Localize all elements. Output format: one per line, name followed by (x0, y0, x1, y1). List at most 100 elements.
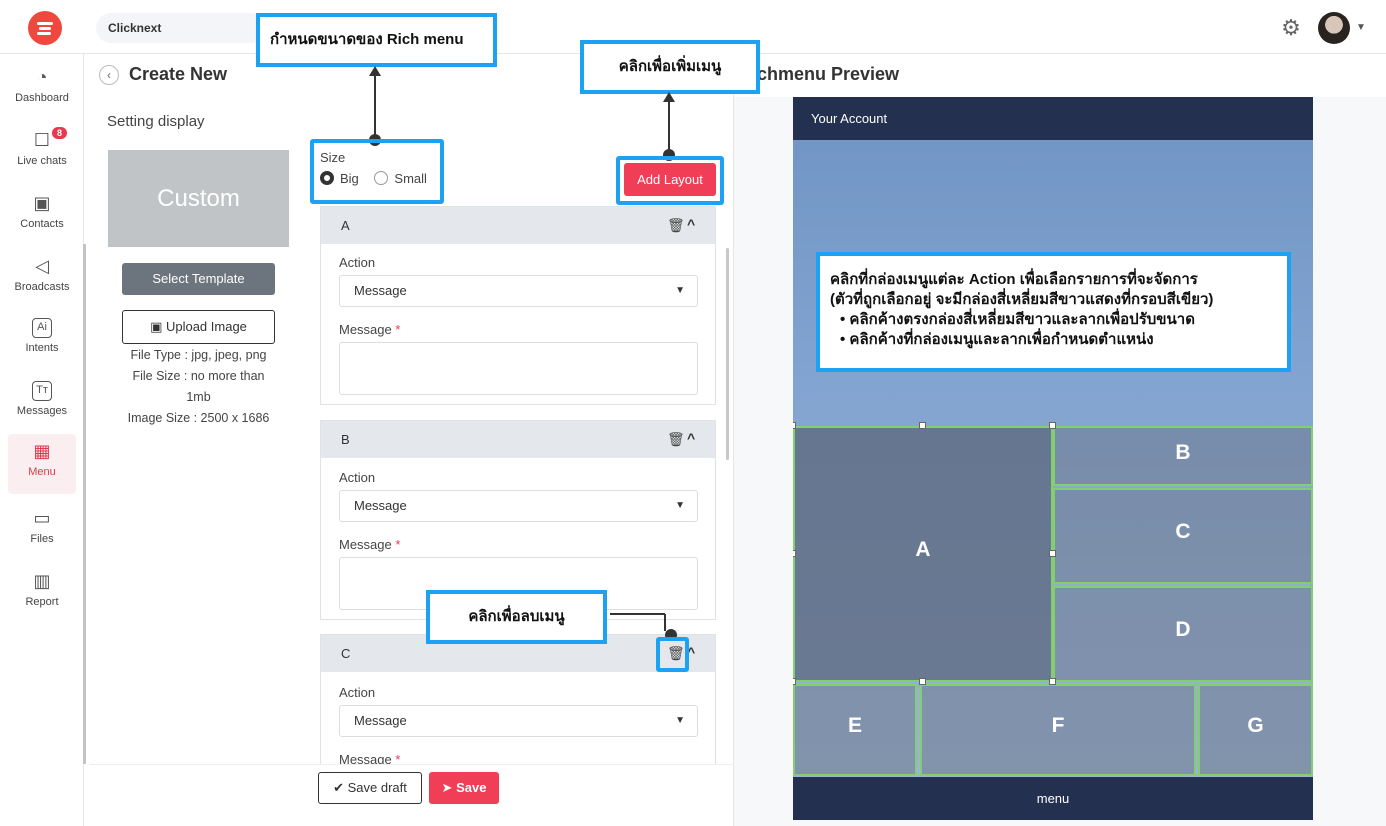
sidebar-item-messages[interactable]: Tт Messages (8, 375, 76, 435)
menu-area-e[interactable]: E (793, 684, 917, 776)
add-callout: คลิกเพื่อเพิ่มเมนู (580, 40, 760, 94)
sidebar-item-contacts[interactable]: ▣ Contacts (8, 186, 76, 246)
select-template-button[interactable]: Select Template (122, 263, 275, 295)
send-icon: ➤ (441, 780, 457, 795)
chat-icon: ☐ (33, 130, 51, 150)
annotation-line (664, 614, 666, 631)
sidebar-item-intents[interactable]: Ai Intents (8, 312, 76, 372)
resize-handle[interactable] (793, 550, 796, 557)
text-icon: Tт (32, 381, 52, 401)
template-preview-image: Custom (108, 150, 289, 247)
trash-icon[interactable]: 🗑 (667, 217, 685, 233)
grid-icon: ▦ (33, 441, 51, 461)
panel-header[interactable]: A 🗑 ^ (321, 207, 715, 244)
menu-area-f[interactable]: F (920, 684, 1196, 776)
menu-area-g[interactable]: G (1198, 684, 1313, 776)
page-title: Create New (129, 64, 228, 84)
action-label: Action (339, 470, 376, 485)
add-layout-highlight (616, 156, 724, 205)
menu-area-a[interactable]: A (793, 426, 1053, 682)
action-label: Action (339, 255, 376, 270)
action-label: Action (339, 685, 376, 700)
save-button[interactable]: ➤ Save (429, 772, 499, 804)
sidebar-item-label: Messages (16, 405, 68, 417)
image-size-text: Image Size : 2500 x 1686 (127, 411, 270, 425)
menu-area-c[interactable]: C (1053, 488, 1313, 584)
sidebar-item-label: Report (25, 596, 59, 608)
sidebar-item-label: Dashboard (15, 92, 69, 104)
avatar[interactable] (1318, 12, 1350, 44)
chevron-up-icon[interactable]: ^ (687, 215, 695, 233)
action-select[interactable]: Message ▼ (339, 490, 698, 522)
chevron-down-icon: ▼ (675, 715, 685, 726)
check-icon: ✔ (333, 780, 348, 795)
chevron-down-icon: ▼ (675, 500, 685, 511)
sidebar-item-report[interactable]: ▥ Report (8, 564, 76, 624)
preview-callout: คลิกที่กล่องเมนูแต่ละ Action เพื่อเลือกร… (816, 252, 1291, 372)
panel-title: C (341, 646, 351, 661)
image-icon: ▣ (150, 319, 166, 334)
resize-handle[interactable] (793, 678, 796, 685)
resize-handle[interactable] (1049, 678, 1056, 685)
delete-highlight (656, 637, 689, 672)
sidebar-item-label: Live chats (17, 155, 67, 167)
delete-callout: คลิกเพื่อลบเมนู (426, 590, 607, 644)
file-type-text: File Type : jpg, jpeg, png (130, 348, 267, 362)
sidebar-item-dashboard[interactable]: ◔ Dashboard (8, 60, 76, 120)
sidebar-item-label: Menu (28, 466, 56, 478)
gear-icon[interactable]: ⚙ (1278, 15, 1304, 41)
trash-icon[interactable]: 🗑 (667, 431, 685, 447)
resize-handle[interactable] (919, 422, 926, 429)
action-select[interactable]: Message ▼ (339, 275, 698, 307)
resize-handle[interactable] (919, 678, 926, 685)
sidebar-item-live-chats[interactable]: ☐ 8 Live chats (8, 123, 76, 183)
resize-handle[interactable] (1049, 550, 1056, 557)
annotation-line (610, 613, 665, 615)
chevron-down-icon[interactable]: ▼ (1356, 22, 1366, 33)
sidebar-item-files[interactable]: ▭ Files (8, 501, 76, 561)
resize-handle[interactable] (1049, 422, 1056, 429)
size-callout: กำหนดขนาดของ Rich menu (256, 13, 497, 67)
chevron-up-icon[interactable]: ^ (687, 429, 695, 447)
annotation-line (374, 74, 376, 140)
sidebar-item-label: Files (30, 533, 54, 545)
brand-logo[interactable] (28, 11, 62, 45)
sidebar-item-menu[interactable]: ▦ Menu (8, 434, 76, 494)
panel-header[interactable]: B 🗑 ^ (321, 421, 715, 458)
sidebar-item-label: Broadcasts (14, 281, 70, 293)
annotation-line (668, 100, 670, 154)
file-requirements: File Type : jpg, jpeg, png File Size : n… (108, 345, 289, 429)
workspace-selector[interactable]: Clicknext (96, 13, 266, 43)
upload-image-label: Upload Image (165, 319, 247, 334)
ai-icon: Ai (32, 318, 52, 338)
message-label: Message * (339, 322, 401, 337)
megaphone-icon: ◁ (35, 256, 49, 276)
report-icon: ▥ (33, 571, 51, 591)
chevron-down-icon: ▼ (675, 285, 685, 296)
sidebar: ◔ Dashboard ☐ 8 Live chats ▣ Contacts ◁ … (0, 54, 86, 826)
back-button[interactable]: ‹ (99, 65, 119, 85)
sidebar-item-label: Contacts (20, 218, 64, 230)
message-textarea[interactable] (339, 342, 698, 395)
callout-line: (ตัวที่ถูกเลือกอยู่ จะมีกล่องสี่เหลี่ยมส… (830, 291, 1214, 308)
action-select[interactable]: Message ▼ (339, 705, 698, 737)
panel-title: B (341, 432, 350, 447)
menu-area-d[interactable]: D (1053, 586, 1313, 682)
menu-area-b[interactable]: B (1053, 426, 1313, 486)
callout-line: คลิกที่กล่องเมนูแต่ละ Action เพื่อเลือกร… (830, 271, 1198, 288)
sidebar-item-broadcasts[interactable]: ◁ Broadcasts (8, 249, 76, 309)
folder-icon: ▭ (33, 508, 51, 528)
message-label: Message * (339, 537, 401, 552)
size-highlight (310, 139, 444, 204)
sidebar-item-label: Intents (25, 342, 59, 354)
callout-bullet: • คลิกค้างที่กล่องเมนูและลากเพื่อกำหนดตำ… (840, 331, 1154, 348)
file-size-text: File Size : no more than 1mb (132, 369, 265, 404)
upload-image-button[interactable]: ▣ Upload Image (122, 310, 275, 344)
contact-icon: ▣ (33, 193, 51, 213)
pie-chart-icon: ◔ (36, 67, 48, 87)
setting-display-heading: Setting display (107, 113, 205, 130)
resize-handle[interactable] (793, 422, 796, 429)
save-draft-button[interactable]: ✔ Save draft (318, 772, 422, 804)
preview-footer: menu (793, 777, 1313, 820)
scrollbar[interactable] (726, 248, 729, 460)
